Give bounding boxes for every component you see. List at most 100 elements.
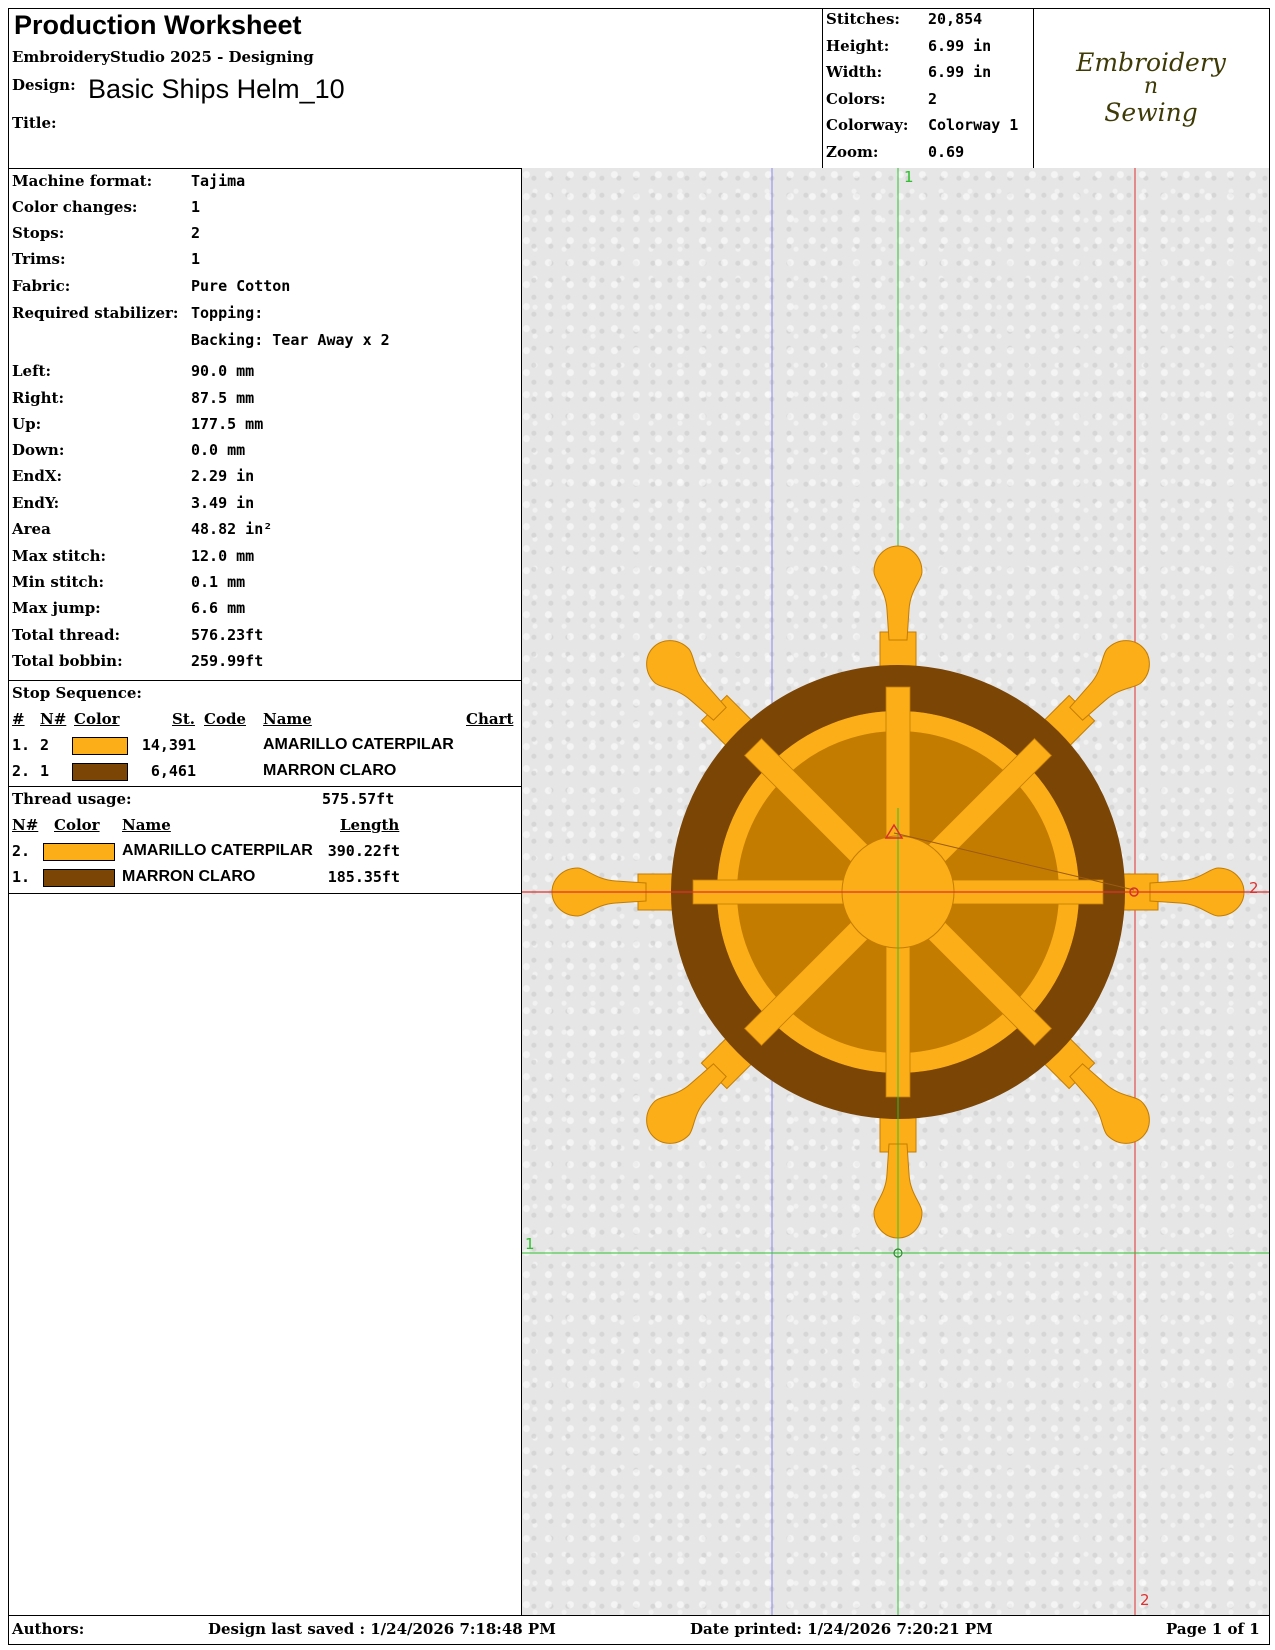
summary-value: 0.69 bbox=[928, 142, 965, 161]
detail-label: EndX: bbox=[12, 467, 63, 485]
title-label: Title: bbox=[12, 114, 57, 132]
detail-value: 2 bbox=[191, 224, 201, 242]
marker-2-right: 2 bbox=[1249, 879, 1259, 897]
detail-value: Topping: bbox=[191, 304, 264, 322]
thread-header-name: Name bbox=[122, 816, 171, 834]
detail-label: Trims: bbox=[12, 250, 66, 268]
stop-sequence-top-rule bbox=[8, 680, 522, 681]
thread-row-name: AMARILLO CATERPILAR bbox=[122, 842, 313, 859]
detail-value: 12.0 mm bbox=[191, 547, 255, 565]
stop-row-num: 2. bbox=[12, 762, 31, 780]
detail-label: Total thread: bbox=[12, 626, 121, 644]
footer-saved: Design last saved : 1/24/2026 7:18:48 PM bbox=[208, 1620, 556, 1638]
footer-authors: Authors: bbox=[12, 1620, 85, 1638]
thread-row-color-swatch bbox=[43, 843, 115, 861]
detail-label: Machine format: bbox=[12, 172, 153, 190]
thread-row-n: 1. bbox=[12, 868, 31, 886]
detail-value: 2.29 in bbox=[191, 467, 255, 485]
stop-row-stitches: 14,391 bbox=[141, 736, 196, 754]
stop-row-color-swatch bbox=[72, 737, 128, 755]
detail-value: 3.49 in bbox=[191, 494, 255, 512]
summary-value: 20,854 bbox=[928, 10, 983, 28]
detail-value: 177.5 mm bbox=[191, 415, 264, 433]
detail-label: Color changes: bbox=[12, 198, 138, 216]
software-name: EmbroideryStudio 2025 - Designing bbox=[12, 48, 314, 66]
thread-header-color: Color bbox=[54, 816, 100, 834]
header-divider-2 bbox=[1033, 8, 1034, 169]
detail-label: Up: bbox=[12, 415, 42, 433]
detail-value: 6.6 mm bbox=[191, 599, 246, 617]
detail-value: Pure Cotton bbox=[191, 277, 291, 295]
detail-label: Down: bbox=[12, 441, 65, 459]
detail-label: Max jump: bbox=[12, 599, 101, 617]
stop-header-n: N# bbox=[40, 710, 67, 728]
logo-text-line1: Embroidery bbox=[1076, 48, 1226, 77]
marker-1-left: 1 bbox=[525, 1235, 535, 1253]
detail-value: 1 bbox=[191, 250, 201, 268]
thread-usage-title: Thread usage: bbox=[12, 790, 132, 808]
logo-text-line2: n bbox=[1143, 74, 1159, 99]
stop-row-stitches: 6,461 bbox=[150, 762, 196, 780]
detail-value: Tajima bbox=[191, 172, 246, 190]
header-divider-1 bbox=[822, 8, 823, 169]
design-label: Design: bbox=[12, 76, 76, 94]
footer-frame bbox=[8, 1615, 1270, 1645]
thread-header-n: N# bbox=[12, 816, 39, 834]
stop-row-n: 2 bbox=[40, 736, 50, 754]
detail-value: 576.23ft bbox=[191, 626, 264, 644]
thread-header-length: Length bbox=[340, 816, 400, 834]
thread-usage-bottom-rule bbox=[8, 893, 522, 894]
detail-value: 48.82 in² bbox=[191, 520, 273, 538]
detail-value: 1 bbox=[191, 198, 201, 216]
thread-usage-total: 575.57ft bbox=[322, 790, 395, 808]
summary-label: Colors: bbox=[826, 89, 886, 108]
thread-row-name: MARRON CLARO bbox=[122, 868, 256, 885]
thread-row-length: 185.35ft bbox=[327, 868, 400, 886]
summary-label: Width: bbox=[826, 63, 883, 81]
footer-page: Page 1 of 1 bbox=[1166, 1620, 1260, 1638]
stop-header-st: St. bbox=[172, 710, 195, 728]
detail-label: Stops: bbox=[12, 224, 65, 242]
thread-row-n: 2. bbox=[12, 842, 31, 860]
detail-label: Min stitch: bbox=[12, 573, 105, 591]
stop-sequence-title: Stop Sequence: bbox=[12, 684, 142, 702]
summary-label: Zoom: bbox=[826, 142, 879, 161]
detail-label: Fabric: bbox=[12, 277, 71, 295]
stop-row-n: 1 bbox=[40, 762, 50, 780]
logo-text-line3: Sewing bbox=[1104, 98, 1198, 127]
stop-row-num: 1. bbox=[12, 736, 31, 754]
detail-label: Right: bbox=[12, 389, 65, 407]
summary-label: Height: bbox=[826, 36, 890, 55]
thread-row-color-swatch bbox=[43, 869, 115, 887]
detail-value: Backing: Tear Away x 2 bbox=[191, 331, 390, 349]
stop-row-name: AMARILLO CATERPILAR bbox=[263, 736, 454, 753]
detail-value: 0.1 mm bbox=[191, 573, 246, 591]
stop-header-chart: Chart bbox=[466, 710, 514, 728]
stop-header-color: Color bbox=[74, 710, 120, 728]
page-title: Production Worksheet bbox=[14, 10, 302, 40]
summary-value: 6.99 in bbox=[928, 63, 992, 81]
stop-header-name: Name bbox=[263, 710, 312, 728]
ships-helm-drawing: 1 1 2 2 bbox=[522, 168, 1269, 1615]
detail-label: Area bbox=[12, 520, 51, 538]
summary-value: 6.99 in bbox=[928, 36, 992, 55]
summary-value: Colorway 1 bbox=[928, 116, 1019, 134]
detail-label: EndY: bbox=[12, 494, 60, 512]
detail-label: Total bobbin: bbox=[12, 652, 123, 670]
stop-header-num: # bbox=[12, 710, 25, 728]
design-preview: 1 1 2 2 bbox=[522, 168, 1269, 1615]
stop-row-name: MARRON CLARO bbox=[263, 762, 397, 779]
detail-value: 90.0 mm bbox=[191, 362, 255, 380]
detail-label: Left: bbox=[12, 362, 52, 380]
marker-2-bottom: 2 bbox=[1140, 1591, 1150, 1609]
detail-value: 0.0 mm bbox=[191, 441, 246, 459]
logo: Embroidery n Sewing bbox=[1036, 12, 1266, 164]
detail-label: Required stabilizer: bbox=[12, 304, 179, 322]
summary-label: Colorway: bbox=[826, 116, 909, 134]
summary-value: 2 bbox=[928, 89, 938, 108]
detail-value: 259.99ft bbox=[191, 652, 264, 670]
stop-header-code: Code bbox=[204, 710, 246, 728]
thread-row-length: 390.22ft bbox=[327, 842, 400, 860]
stop-row-color-swatch bbox=[72, 763, 128, 781]
marker-1-top: 1 bbox=[904, 168, 914, 186]
